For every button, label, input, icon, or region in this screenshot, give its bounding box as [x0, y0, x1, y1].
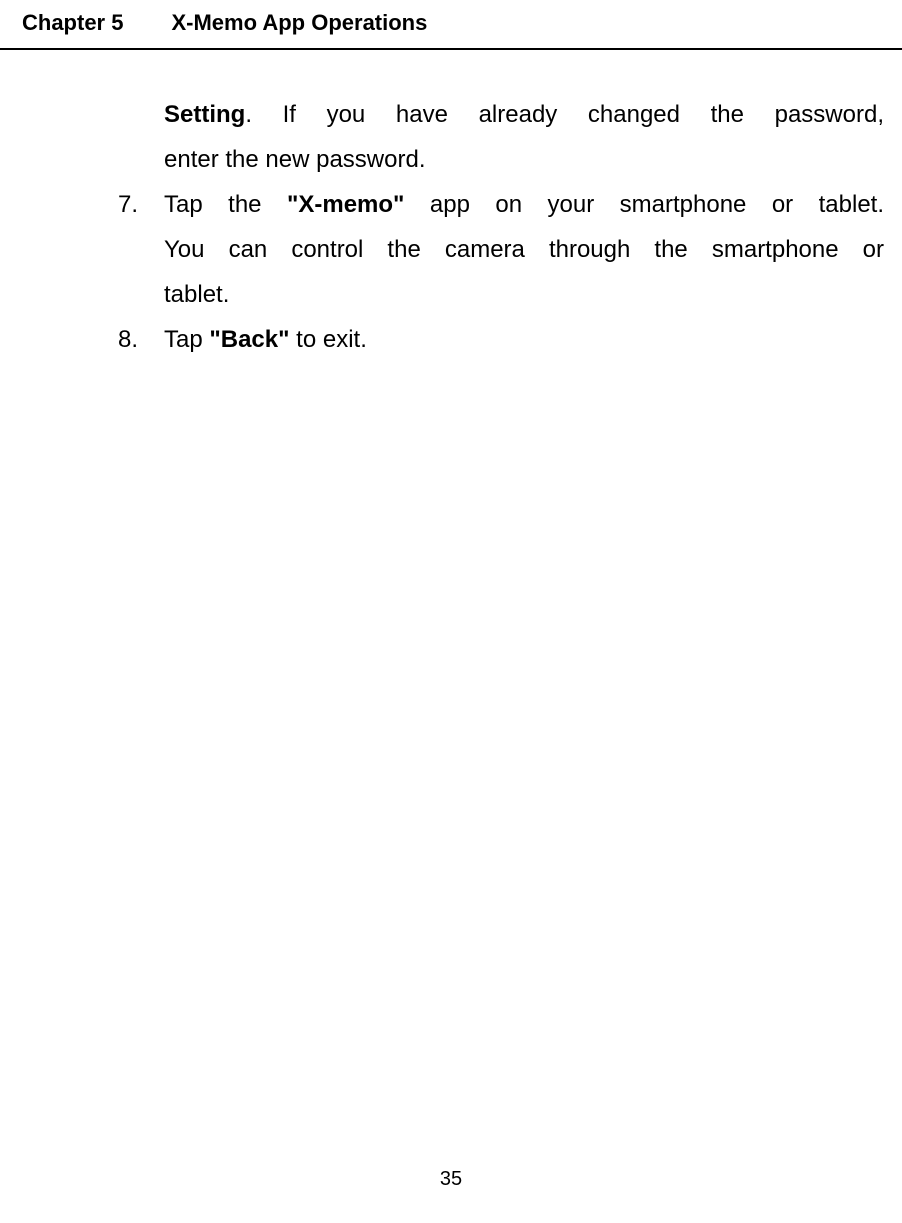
item8-post: to exit. — [290, 326, 367, 353]
item7-pre: Tap the — [164, 191, 287, 218]
chapter-title: X-Memo App Operations — [171, 10, 427, 36]
item7-bold: "X-memo" — [287, 191, 404, 218]
item7-line3: tablet. — [118, 272, 884, 317]
page-header: Chapter 5 X-Memo App Operations — [0, 0, 902, 36]
chapter-label: Chapter 5 — [22, 10, 123, 36]
item7-post: app on your smartphone or tablet. — [404, 191, 884, 218]
page-number: 35 — [0, 1168, 902, 1191]
item7-number: 7. — [118, 182, 164, 227]
prev-item-rest: . If you have already changed the passwo… — [245, 101, 884, 128]
item7-line1: 7.Tap the "X-memo" app on your smartphon… — [118, 182, 884, 227]
prev-item-bold: Setting — [164, 101, 245, 128]
item8-bold: "Back" — [209, 326, 289, 353]
prev-item-line1: Setting. If you have already changed the… — [118, 92, 884, 137]
item8-line1: 8.Tap "Back" to exit. — [118, 317, 884, 362]
item7-line2: You can control the camera through the s… — [118, 227, 884, 272]
page-body: Setting. If you have already changed the… — [0, 50, 902, 362]
prev-item-line2: enter the new password. — [118, 137, 884, 182]
item8-pre: Tap — [164, 326, 209, 353]
item8-number: 8. — [118, 317, 164, 362]
